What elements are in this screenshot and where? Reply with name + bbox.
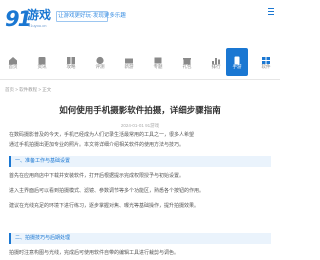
site-logo-text[interactable]: 游戏 [27,9,51,21]
body-line: 拍摄时注意构图与光线，完成后可使用软件自带的编辑工具进行裁剪与调色。 [9,250,180,256]
nav-item-label: 手游 [232,64,242,69]
nav-item[interactable]: 攻略 [60,48,82,76]
news-icon [37,52,47,65]
nav-item[interactable]: 评测 [89,48,111,76]
nav-item-label: 新游 [124,64,134,69]
nav-item[interactable]: 软件 [255,48,277,76]
nav-item[interactable]: 排行 [205,48,227,76]
body-line: 建议在光线充足的环境下进行练习，逐步掌握对焦、曝光等基础操作，提升拍摄效果。 [9,203,200,209]
home-icon [8,52,18,65]
site-logo-domain: 91uyou.cn [28,23,47,28]
nav-item-label: 礼包 [182,64,192,69]
article-title: 如何使用手机摄影软件拍摄，详细步骤指南 [59,105,221,115]
nav-item-label: 排行 [211,64,221,69]
body-line: 进入主界面后可以看到拍摄模式、滤镜、参数调节等多个功能区，熟悉各个按钮的作用。 [9,188,205,194]
guide-icon [66,52,76,64]
nav-item[interactable]: 新游 [118,48,140,76]
menu-icon[interactable] [268,8,274,17]
gift-icon [182,52,192,65]
body-line: 首先在应用商店中下载并安装软件，打开后根据提示完成权限授予与初始设置。 [9,173,185,179]
article-meta: 2024-01-01 91游戏 [120,123,160,128]
mobile-icon [232,52,242,65]
nav-item[interactable]: 专题 [147,48,169,76]
nav-item[interactable]: 首页 [2,48,24,76]
intro-line: 通过手机拍摄出更加专业的照片。本文将详细介绍相关软件的使用方法与技巧。 [9,142,185,148]
app-icon [261,52,271,64]
section-1-body: 首先在应用商店中下载并安装软件，打开后根据提示完成权限授予与初始设置。 进入主界… [9,171,271,211]
topic-icon [153,52,163,64]
section-heading: 一、准备工作与基础设置 [9,156,271,167]
rank-icon [211,52,221,65]
article-intro: 在数码摄影普及的今天，手机已经成为人们记录生活最常用的工具之一，很多人希望 通过… [9,130,271,150]
new-game-icon [124,52,134,64]
nav-item-label: 首页 [8,64,18,69]
nav-item[interactable]: 手游 [226,48,248,76]
nav-item-label: 资讯 [37,64,47,69]
site-header: 91 游戏 91uyou.cn 让游戏更好玩·发现更多乐趣 [0,0,280,40]
breadcrumb: 首页 > 软件教程 > 正文 [5,87,52,92]
review-icon [95,52,105,65]
nav-item-label: 评测 [95,64,105,69]
nav-item[interactable]: 资讯 [31,48,53,76]
nav-item-label: 软件 [261,64,271,69]
nav-item[interactable]: 礼包 [176,48,198,76]
site-slogan: 让游戏更好玩·发现更多乐趣 [58,13,126,19]
nav-item-label: 专题 [153,64,163,69]
category-nav: 首页 资讯 攻略 评测 新游 专题 礼包 排行 手游 软件 [0,44,280,80]
nav-item-label: 攻略 [66,64,76,69]
intro-line: 在数码摄影普及的今天，手机已经成为人们记录生活最常用的工具之一，很多人希望 [9,132,195,138]
section-2-body: 拍摄时注意构图与光线，完成后可使用软件自带的编辑工具进行裁剪与调色。 [9,248,271,258]
section-heading: 二、拍摄技巧与后期处理 [9,233,271,244]
